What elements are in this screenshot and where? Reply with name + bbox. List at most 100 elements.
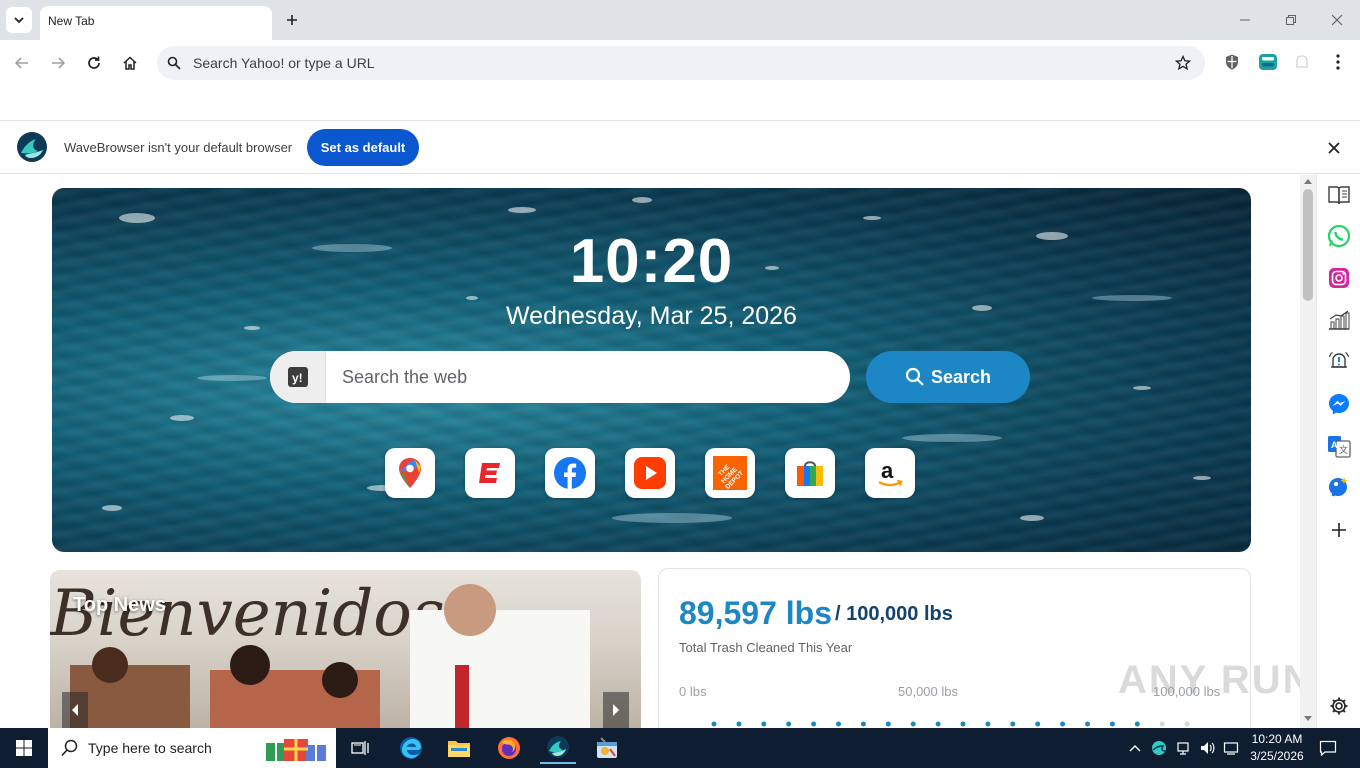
home-button[interactable] xyxy=(117,50,143,76)
shortcut-youtube[interactable] xyxy=(625,448,675,498)
scroll-thumb[interactable] xyxy=(1303,189,1313,301)
forward-button[interactable] xyxy=(45,50,71,76)
trash-progress-dots xyxy=(711,721,1190,727)
tray-show-hidden-button[interactable] xyxy=(1125,738,1145,758)
taskbar-file-explorer[interactable] xyxy=(441,732,477,764)
close-window-button[interactable] xyxy=(1325,8,1349,32)
sidebar-add-button[interactable] xyxy=(1327,518,1351,542)
sidebar-wellness-button[interactable] xyxy=(1327,475,1351,499)
trash-progress-dot xyxy=(711,721,717,727)
messenger-icon xyxy=(1329,394,1349,415)
trash-progress-dot xyxy=(985,721,991,727)
shortcut-shopping[interactable] xyxy=(785,448,835,498)
trash-progress-dot xyxy=(960,721,966,727)
inactive-extension-button[interactable] xyxy=(1291,51,1313,73)
sidebar-settings-button[interactable] xyxy=(1327,694,1351,718)
stocks-chart-icon xyxy=(1329,310,1350,330)
translate-icon: A文 xyxy=(1328,436,1351,458)
hero-date: Wednesday, Mar 25, 2026 xyxy=(506,302,797,330)
search-icon xyxy=(61,739,78,757)
page-scrollbar[interactable] xyxy=(1300,175,1316,728)
espn-icon xyxy=(479,463,500,483)
new-tab-button[interactable] xyxy=(280,8,304,32)
trash-progress-dot xyxy=(761,721,767,727)
tray-wavebrowser[interactable] xyxy=(1149,738,1169,758)
facebook-icon xyxy=(554,457,586,489)
shield-extension-button[interactable] xyxy=(1221,51,1243,73)
address-bar[interactable]: Search Yahoo! or type a URL xyxy=(157,46,1205,80)
web-search-button[interactable]: Search xyxy=(866,351,1030,403)
whatsapp-icon xyxy=(1327,224,1351,248)
sidebar-alerts-button[interactable] xyxy=(1327,349,1351,373)
taskbar-edge[interactable] xyxy=(393,732,429,764)
svg-text:y!: y! xyxy=(292,371,303,385)
sidebar-translate-button[interactable]: A文 xyxy=(1327,434,1351,458)
tab-search-button[interactable] xyxy=(6,7,32,33)
scroll-down-icon xyxy=(1304,716,1312,721)
youtube-icon xyxy=(634,457,666,489)
add-icon xyxy=(1332,523,1346,537)
taskbar-clock[interactable]: 10:20 AM 3/25/2026 xyxy=(1247,731,1307,765)
bookmark-star-icon[interactable] xyxy=(1173,53,1193,73)
sidebar-stocks-button[interactable] xyxy=(1327,308,1351,332)
reload-button[interactable] xyxy=(81,50,107,76)
watermark-text: ANY RUN xyxy=(1118,658,1314,702)
trash-progress-dot xyxy=(935,721,941,727)
news-next-button[interactable] xyxy=(603,692,629,728)
sidebar-messenger-button[interactable] xyxy=(1327,392,1351,416)
default-browser-infobar: WaveBrowser isn't your default browser S… xyxy=(0,120,1360,174)
shortcut-home-depot[interactable]: THE HOME DEPOT xyxy=(705,448,755,498)
arrow-left-icon xyxy=(14,57,28,69)
shortcut-amazon[interactable]: a xyxy=(865,448,915,498)
web-search-input[interactable]: Search the web xyxy=(342,367,467,388)
taskbar-wavebrowser[interactable] xyxy=(540,732,576,764)
trash-progress-dot xyxy=(811,721,817,727)
extension-placeholder-icon xyxy=(1296,55,1308,68)
toggles-icon xyxy=(1259,54,1277,70)
windows-taskbar: Type here to search 10:20 AM 3/25/2026 xyxy=(0,728,1360,768)
browser-menu-button[interactable] xyxy=(1327,51,1349,73)
top-news-card[interactable]: Bienvenidos Top News xyxy=(50,570,641,728)
task-view-icon xyxy=(351,741,369,755)
keyboard-language-icon xyxy=(1223,742,1239,755)
shortcut-facebook[interactable] xyxy=(545,448,595,498)
news-prev-button[interactable] xyxy=(62,692,88,728)
tray-language[interactable] xyxy=(1221,738,1241,758)
kebab-menu-icon xyxy=(1336,54,1340,70)
sidebar-whatsapp-button[interactable] xyxy=(1327,224,1351,248)
sidebar-reading-button[interactable] xyxy=(1327,183,1351,207)
set-as-default-button[interactable]: Set as default xyxy=(307,129,419,166)
restore-button[interactable] xyxy=(1279,8,1303,32)
web-search-button-label: Search xyxy=(930,366,992,387)
shortcut-google-maps[interactable] xyxy=(385,448,435,498)
edge-icon xyxy=(400,737,422,759)
web-search-box[interactable]: y! Search the web xyxy=(270,351,850,403)
close-icon xyxy=(1331,14,1343,26)
top-news-title: Top News xyxy=(73,594,166,616)
taskbar-search-box[interactable]: Type here to search xyxy=(48,728,336,768)
wavebrowser-icon xyxy=(547,736,569,758)
shortcut-espn[interactable] xyxy=(465,448,515,498)
tray-volume[interactable] xyxy=(1197,738,1217,758)
settings-icon xyxy=(1330,697,1348,715)
back-button[interactable] xyxy=(9,50,35,76)
minimize-button[interactable] xyxy=(1233,8,1257,32)
close-icon xyxy=(1328,142,1340,154)
taskbar-app-other[interactable] xyxy=(589,732,625,764)
sidebar-instagram-button[interactable] xyxy=(1327,266,1351,290)
task-view-button[interactable] xyxy=(342,732,378,764)
amazon-icon: a xyxy=(878,458,903,487)
tab-new-tab[interactable]: New Tab xyxy=(40,6,272,40)
taskbar-firefox[interactable] xyxy=(491,732,527,764)
infobar-close-button[interactable] xyxy=(1324,138,1344,158)
trash-progress-dot xyxy=(860,721,866,727)
google-maps-icon xyxy=(399,458,421,488)
taskbar-date: 3/25/2026 xyxy=(1250,749,1304,763)
tray-network[interactable] xyxy=(1173,738,1193,758)
scroll-up-icon xyxy=(1304,179,1312,184)
trash-progress-dot xyxy=(885,721,891,727)
start-button[interactable] xyxy=(0,728,48,768)
tray-notifications[interactable] xyxy=(1318,738,1338,758)
folder-icon xyxy=(448,741,470,757)
toggle-extension-button[interactable] xyxy=(1257,51,1279,73)
